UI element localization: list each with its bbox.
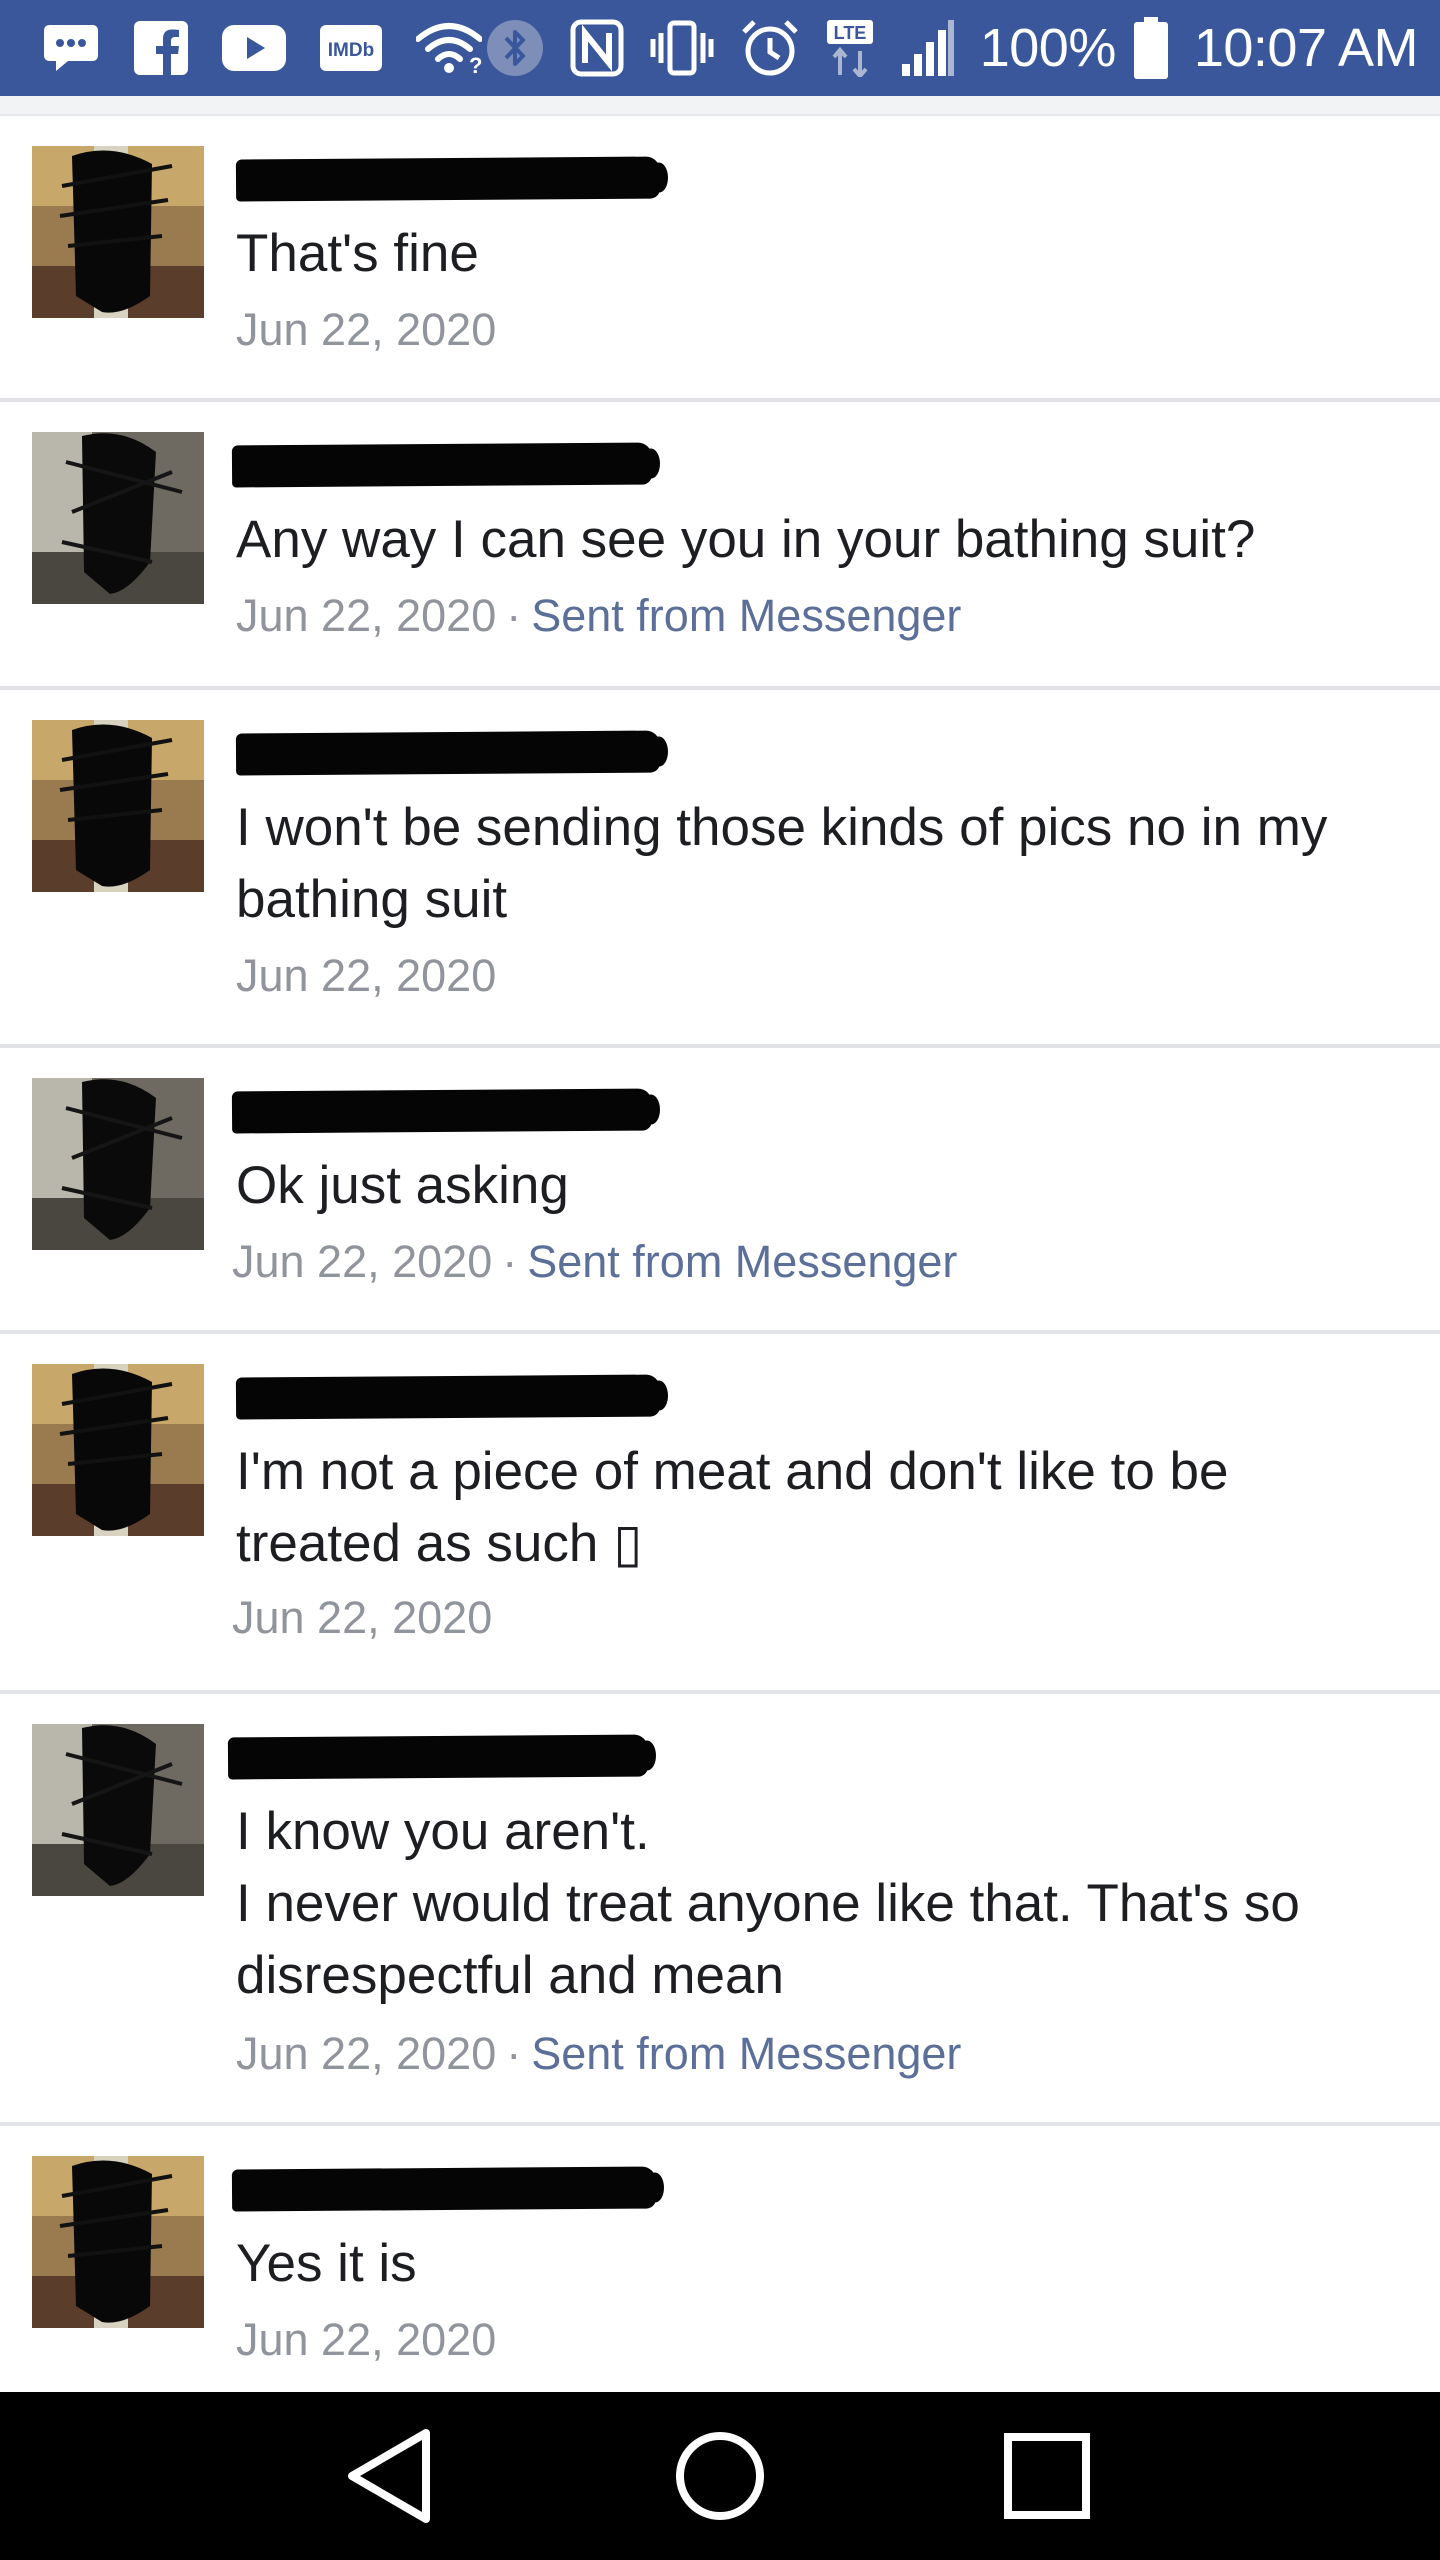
redacted-name (235, 730, 661, 776)
svg-text:LTE: LTE (833, 23, 866, 43)
recents-icon (1003, 2433, 1090, 2519)
message-meta: Jun 22, 2020 (236, 2312, 496, 2368)
app-screen: IMDb ? LTE 100% 10:07 AM That's fine Jun… (0, 0, 1440, 2560)
message-text: Yes it is (236, 2234, 417, 2293)
redacted-name (231, 442, 653, 488)
battery-percent: 100% (979, 18, 1117, 78)
signal-icon (900, 18, 954, 78)
message-meta: Jun 22, 2020 · Sent from Messenger (232, 1234, 957, 1290)
message-text: I won't be sending those kinds of pics n… (236, 798, 1328, 929)
navigation-bar (0, 2392, 1440, 2560)
message-item[interactable]: That's fine Jun 22, 2020 (0, 116, 1440, 402)
notification-icons: IMDb ? (42, 0, 482, 96)
message-meta: Jun 22, 2020 · Sent from Messenger (236, 2026, 961, 2082)
svg-text:?: ? (469, 53, 482, 75)
message-meta: Jun 22, 2020 (236, 948, 496, 1004)
message-text: Ok just asking (236, 1156, 569, 1215)
avatar[interactable] (32, 432, 204, 604)
wifi-icon: ? (416, 18, 482, 78)
message-text: I know you aren't. I never would treat a… (236, 1802, 1300, 2005)
meta-separator: · (506, 590, 522, 641)
message-date: Jun 22, 2020 (236, 304, 497, 355)
message-item[interactable]: I know you aren't. I never would treat a… (0, 1694, 1440, 2126)
avatar[interactable] (32, 146, 204, 318)
avatar[interactable] (32, 1724, 204, 1896)
list-top-divider (0, 96, 1440, 116)
imdb-icon: IMDb (320, 18, 382, 78)
message-item[interactable]: Any way I can see you in your bathing su… (0, 402, 1440, 690)
status-bar: IMDb ? LTE 100% 10:07 AM (0, 0, 1440, 96)
redacted-name (231, 1088, 653, 1134)
home-button[interactable] (655, 2411, 785, 2541)
home-icon (675, 2432, 764, 2520)
message-date: Jun 22, 2020 (236, 950, 497, 1001)
clock: 10:07 AM (1193, 18, 1419, 78)
redacted-name (235, 156, 661, 202)
youtube-icon (222, 18, 286, 78)
battery-icon (1133, 17, 1168, 79)
avatar[interactable] (32, 1364, 204, 1536)
meta-separator: · (506, 2028, 522, 2079)
back-icon (348, 2429, 431, 2523)
redacted-name (231, 2166, 657, 2212)
redacted-name (227, 1734, 649, 1780)
avatar[interactable] (32, 720, 204, 892)
sent-from-messenger-link[interactable]: Sent from Messenger (531, 590, 961, 641)
recents-button[interactable] (982, 2411, 1112, 2541)
system-icons: LTE 100% 10:07 AM (486, 0, 1419, 96)
message-list[interactable]: That's fine Jun 22, 2020 Any way I can s… (0, 116, 1440, 2394)
message-date: Jun 22, 2020 (232, 1592, 493, 1643)
back-button[interactable] (328, 2411, 458, 2541)
message-date: Jun 22, 2020 (236, 590, 497, 641)
message-text: I'm not a piece of meat and don't like t… (236, 1442, 1229, 1573)
message-date: Jun 22, 2020 (236, 2028, 497, 2079)
facebook-icon (134, 18, 188, 78)
message-item[interactable]: I'm not a piece of meat and don't like t… (0, 1334, 1440, 1694)
sent-from-messenger-link[interactable]: Sent from Messenger (527, 1236, 957, 1287)
message-meta: Jun 22, 2020 (236, 302, 496, 358)
message-item[interactable]: I won't be sending those kinds of pics n… (0, 690, 1440, 1048)
sent-from-messenger-link[interactable]: Sent from Messenger (531, 2028, 961, 2079)
bluetooth-icon (486, 18, 544, 78)
message-date: Jun 22, 2020 (236, 2314, 497, 2365)
message-item[interactable]: Ok just asking Jun 22, 2020 · Sent from Me… (0, 1048, 1440, 1334)
avatar[interactable] (32, 2156, 204, 2328)
svg-text:IMDb: IMDb (328, 40, 374, 61)
alarm-icon (740, 18, 800, 78)
message-meta: Jun 22, 2020 · Sent from Messenger (236, 588, 961, 644)
message-item[interactable]: Yes it is Jun 22, 2020 (0, 2126, 1440, 2394)
message-date: Jun 22, 2020 (232, 1236, 493, 1287)
message-meta: Jun 22, 2020 (232, 1590, 492, 1646)
nfc-icon (570, 18, 624, 78)
messenger-icon (42, 18, 100, 78)
avatar[interactable] (32, 1078, 204, 1250)
redacted-name (235, 1374, 661, 1420)
message-text: That's fine (236, 224, 479, 283)
vibrate-icon (650, 18, 714, 78)
message-text: Any way I can see you in your bathing su… (236, 510, 1256, 569)
meta-separator: · (502, 1236, 518, 1287)
lte-icon: LTE (826, 18, 874, 78)
